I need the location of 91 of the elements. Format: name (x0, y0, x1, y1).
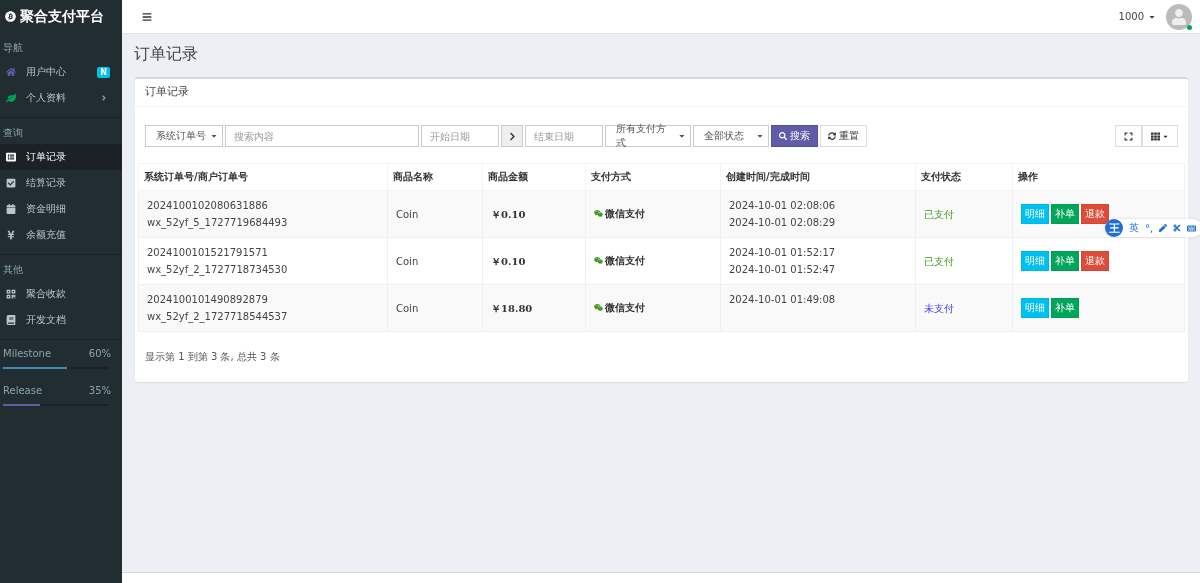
column-header: 支付状态 (915, 163, 1013, 191)
progress-label: Release (3, 385, 43, 396)
user-name[interactable]: 1000 (1118, 11, 1144, 22)
merchant-order-number: wx_52yf_2_1727718544537 (147, 310, 289, 325)
bitcoin-icon (5, 11, 16, 22)
start-date-field[interactable]: 开始日期 (421, 125, 499, 147)
column-header: 系统订单号/商户订单号 (138, 163, 388, 191)
home-icon (6, 67, 16, 77)
payment-select[interactable]: 所有支付方式 (605, 125, 691, 147)
created-time: 2024-10-01 01:49:08 (729, 293, 837, 307)
qrcode-icon (6, 289, 16, 299)
user-silhouette-icon (1171, 8, 1187, 25)
caret-icon (756, 132, 764, 140)
sidebar-item[interactable]: 开发文档 (0, 307, 122, 333)
caret-icon (210, 132, 218, 140)
action-button[interactable]: 退款 (1081, 204, 1109, 224)
table-cell: Coin (396, 255, 419, 267)
sidebar-heading: 查询 (2, 126, 24, 140)
search-field[interactable]: 搜索内容 (225, 125, 419, 147)
ime-mode[interactable]: 英 (1129, 221, 1139, 235)
refresh-icon (828, 132, 836, 140)
sidebar-heading: 其他 (2, 263, 24, 277)
sidebar-item[interactable]: 订单记录 (0, 144, 122, 170)
amount: ￥0.10 (491, 255, 526, 267)
column-header: 商品金额 (482, 163, 586, 191)
column-header: 支付方式 (585, 163, 721, 191)
grid-icon (1151, 131, 1160, 141)
chat-bubble-icon (594, 256, 603, 265)
card-title: 订单记录 (135, 79, 1188, 107)
book-icon (6, 315, 16, 325)
yen-icon (6, 230, 16, 240)
payment-method: 微信支付 (594, 252, 645, 269)
scissors-icon[interactable] (1173, 224, 1182, 232)
sidebar-item[interactable]: 余额充值 (0, 222, 122, 248)
table-cell: Coin (396, 208, 419, 220)
progress-value: 60% (88, 348, 111, 359)
order-number: 2024100101521791571 (147, 246, 269, 260)
finished-time: 2024-10-01 02:08:29 (729, 216, 837, 230)
payment-status: 已支付 (924, 208, 954, 220)
sidebar-item[interactable]: 用户中心 N (0, 59, 122, 85)
brand-title: 聚合支付平台 (20, 7, 104, 26)
page-title: 订单记录 (133, 43, 199, 65)
list-icon (6, 152, 16, 162)
chevron-icon (507, 131, 517, 141)
end-date-field[interactable]: 结束日期 (525, 125, 603, 147)
finished-time: 2024-10-01 01:52:47 (729, 263, 837, 277)
merchant-order-number: wx_52yf_2_1727718734530 (147, 263, 289, 278)
ime-punctuation[interactable]: °, (1145, 222, 1154, 234)
checkbox-icon (6, 178, 16, 188)
caret-icon (678, 132, 686, 140)
reset-button[interactable]: 重置 (820, 125, 867, 147)
sidebar-heading: 导航 (2, 41, 24, 55)
new-badge: N (97, 66, 110, 78)
sidebar-item[interactable]: 聚合收款 (0, 281, 122, 307)
created-time: 2024-10-01 02:08:06 (729, 199, 837, 213)
pagination-info: 显示第 1 到第 3 条, 总共 3 条 (144, 350, 281, 364)
payment-status: 已支付 (924, 255, 954, 267)
payment-method: 微信支付 (594, 205, 645, 222)
merchant-order-number: wx_52yf_5_1727719684493 (147, 216, 289, 231)
column-header: 商品名称 (387, 163, 483, 191)
field-select[interactable]: 系统订单号 (145, 125, 223, 147)
expand-icon (1124, 131, 1133, 141)
payment-method: 微信支付 (594, 299, 645, 316)
column-header: 创建时间/完成时间 (720, 163, 916, 191)
sidebar-item[interactable]: 资金明细 (0, 196, 122, 222)
order-number: 2024100101490892879 (147, 293, 269, 307)
sidebar-item[interactable]: 结算记录 (0, 170, 122, 196)
amount: ￥0.10 (491, 208, 526, 220)
action-button[interactable]: 退款 (1081, 251, 1109, 271)
fullscreen-button[interactable] (1115, 125, 1142, 147)
search-button[interactable]: 搜索 (771, 125, 818, 147)
table-cell: Coin (396, 302, 419, 314)
calendar-icon (6, 204, 16, 214)
pen-icon[interactable] (1159, 224, 1168, 232)
amount: ￥18.80 (491, 302, 533, 314)
search-icon (779, 132, 787, 140)
chat-bubble-icon (594, 209, 603, 218)
ime-logo[interactable]: 王 (1105, 219, 1123, 237)
created-time: 2024-10-01 01:52:17 (729, 246, 837, 260)
order-number: 2024100102080631886 (147, 199, 269, 213)
chat-bubble-icon (594, 303, 603, 312)
column-header: 操作 (1012, 163, 1185, 191)
keyboard-icon[interactable] (1187, 223, 1197, 233)
status-select[interactable]: 全部状态 (693, 125, 769, 147)
sidebar-item[interactable]: 个人资料 (0, 85, 122, 111)
columns-button[interactable] (1142, 125, 1178, 147)
progress-value: 35% (88, 385, 111, 396)
progress-label: Milestone (3, 348, 52, 359)
menu-icon[interactable] (142, 11, 152, 22)
leaf-icon (6, 93, 16, 103)
payment-status: 未支付 (924, 302, 954, 314)
